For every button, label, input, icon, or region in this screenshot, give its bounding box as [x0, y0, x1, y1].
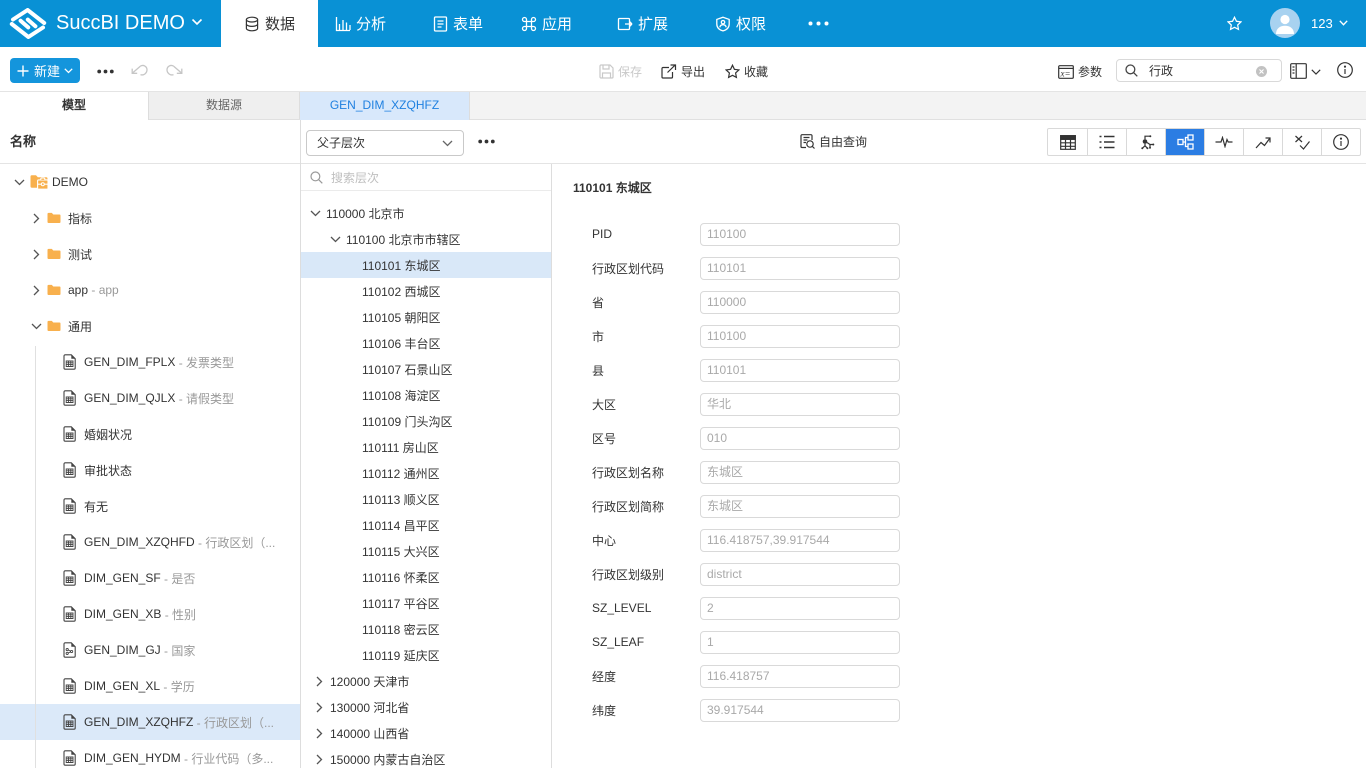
svg-text:x=: x=	[1060, 68, 1071, 78]
